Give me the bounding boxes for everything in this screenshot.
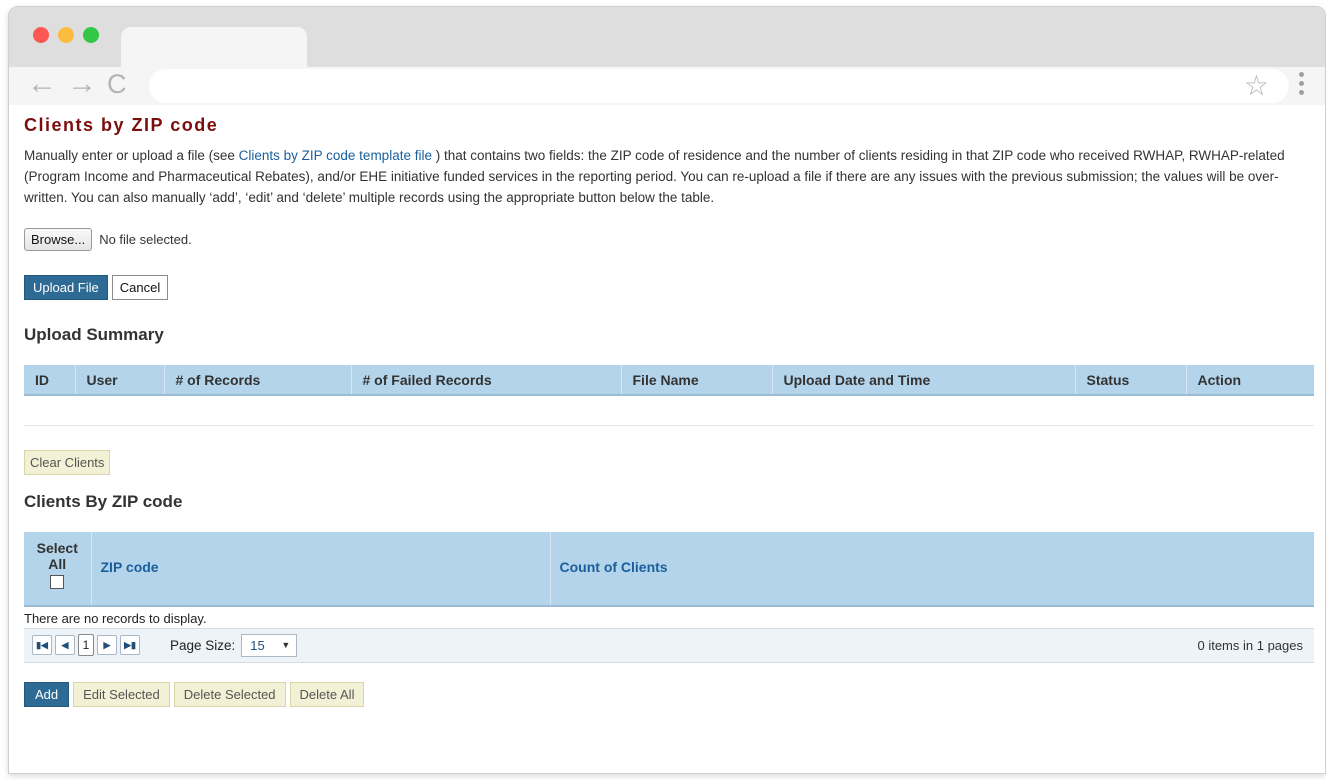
summary-empty-row [24,395,1314,426]
edit-selected-button[interactable]: Edit Selected [73,681,170,707]
upload-summary-table: ID User # of Records # of Failed Records… [24,365,1314,426]
close-window-button[interactable] [33,27,49,43]
column-header-status: Status [1075,365,1187,396]
column-header-upload-date: Upload Date and Time [772,365,1076,396]
zip-code-header[interactable]: ZIP code [91,531,551,592]
upload-summary-title: Upload Summary [24,325,164,344]
cancel-button[interactable]: Cancel [111,275,169,300]
upload-actions: Upload File Cancel [24,275,1314,300]
page-size-value: 15 [250,637,265,653]
nav-bar: ← → C ☆ [9,67,1325,105]
clients-section-title: Clients By ZIP code [24,491,183,511]
empty-message: There are no records to display. [24,610,207,626]
intro-text: Manually enter or upload a file (see Cli… [24,145,1314,208]
header-filler [91,591,551,607]
page-content: Clients by ZIP code Manually enter or up… [24,105,1314,707]
header-filler [24,591,92,607]
chevron-down-icon: ▼ [281,640,291,650]
page-size-label: Page Size: [170,637,236,653]
next-page-icon[interactable]: ▶ [97,635,117,655]
column-header-records: # of Records [164,365,352,396]
browser-chrome: ← → C ☆ [9,7,1325,105]
select-all-checkbox[interactable] [50,574,65,589]
header-filler [550,591,1314,607]
browser-window: ← → C ☆ Clients by ZIP code Manually ent… [8,6,1326,774]
column-header-failed-records: # of Failed Records [351,365,622,396]
column-header-user: User [75,365,165,396]
address-bar[interactable]: ☆ [149,69,1289,103]
clear-clients-button[interactable]: Clear Clients [24,449,111,475]
minimize-window-button[interactable] [58,27,74,43]
browser-tab[interactable] [121,27,307,67]
select-all-header: Select All [24,531,92,592]
page-size-select[interactable]: 15 ▼ [241,633,298,657]
reload-icon[interactable]: C [107,69,127,99]
clients-table: Select All ZIP code Count of Clients [24,531,1314,607]
column-header-file-name: File Name [621,365,773,396]
current-page-number[interactable]: 1 [78,634,94,656]
maximize-window-button[interactable] [83,27,99,43]
template-file-link[interactable]: Clients by ZIP code template file [239,148,432,163]
star-icon[interactable]: ☆ [1244,71,1269,101]
back-arrow-icon[interactable]: ← [27,69,57,99]
browse-button[interactable]: Browse... [24,228,93,251]
delete-all-button[interactable]: Delete All [289,681,365,707]
kebab-menu-icon[interactable] [1299,72,1307,99]
page-title: Clients by ZIP code [24,115,219,135]
count-of-clients-header[interactable]: Count of Clients [550,531,1314,592]
record-actions: Add Edit Selected Delete Selected Delete… [24,681,1314,707]
select-all-label-2: All [48,555,67,572]
previous-page-icon[interactable]: ◀ [55,635,75,655]
intro-text-start: Manually enter or upload a file (see [24,148,239,163]
forward-arrow-icon[interactable]: → [67,69,97,99]
upload-file-button[interactable]: Upload File [24,275,108,300]
column-header-action: Action [1186,365,1314,396]
pager-info: 0 items in 1 pages [1197,637,1303,653]
file-input: Browse... No file selected. [24,228,1314,251]
add-button[interactable]: Add [24,681,70,707]
delete-selected-button[interactable]: Delete Selected [173,681,286,707]
file-status: No file selected. [99,232,192,247]
select-all-label-1: Select [36,539,78,556]
first-page-icon[interactable]: ▮◀ [32,635,52,655]
column-header-id: ID [24,365,76,396]
last-page-icon[interactable]: ▶▮ [120,635,140,655]
pager: ▮◀ ◀ 1 ▶ ▶▮ Page Size: 15 ▼ 0 items in 1… [24,627,1314,663]
